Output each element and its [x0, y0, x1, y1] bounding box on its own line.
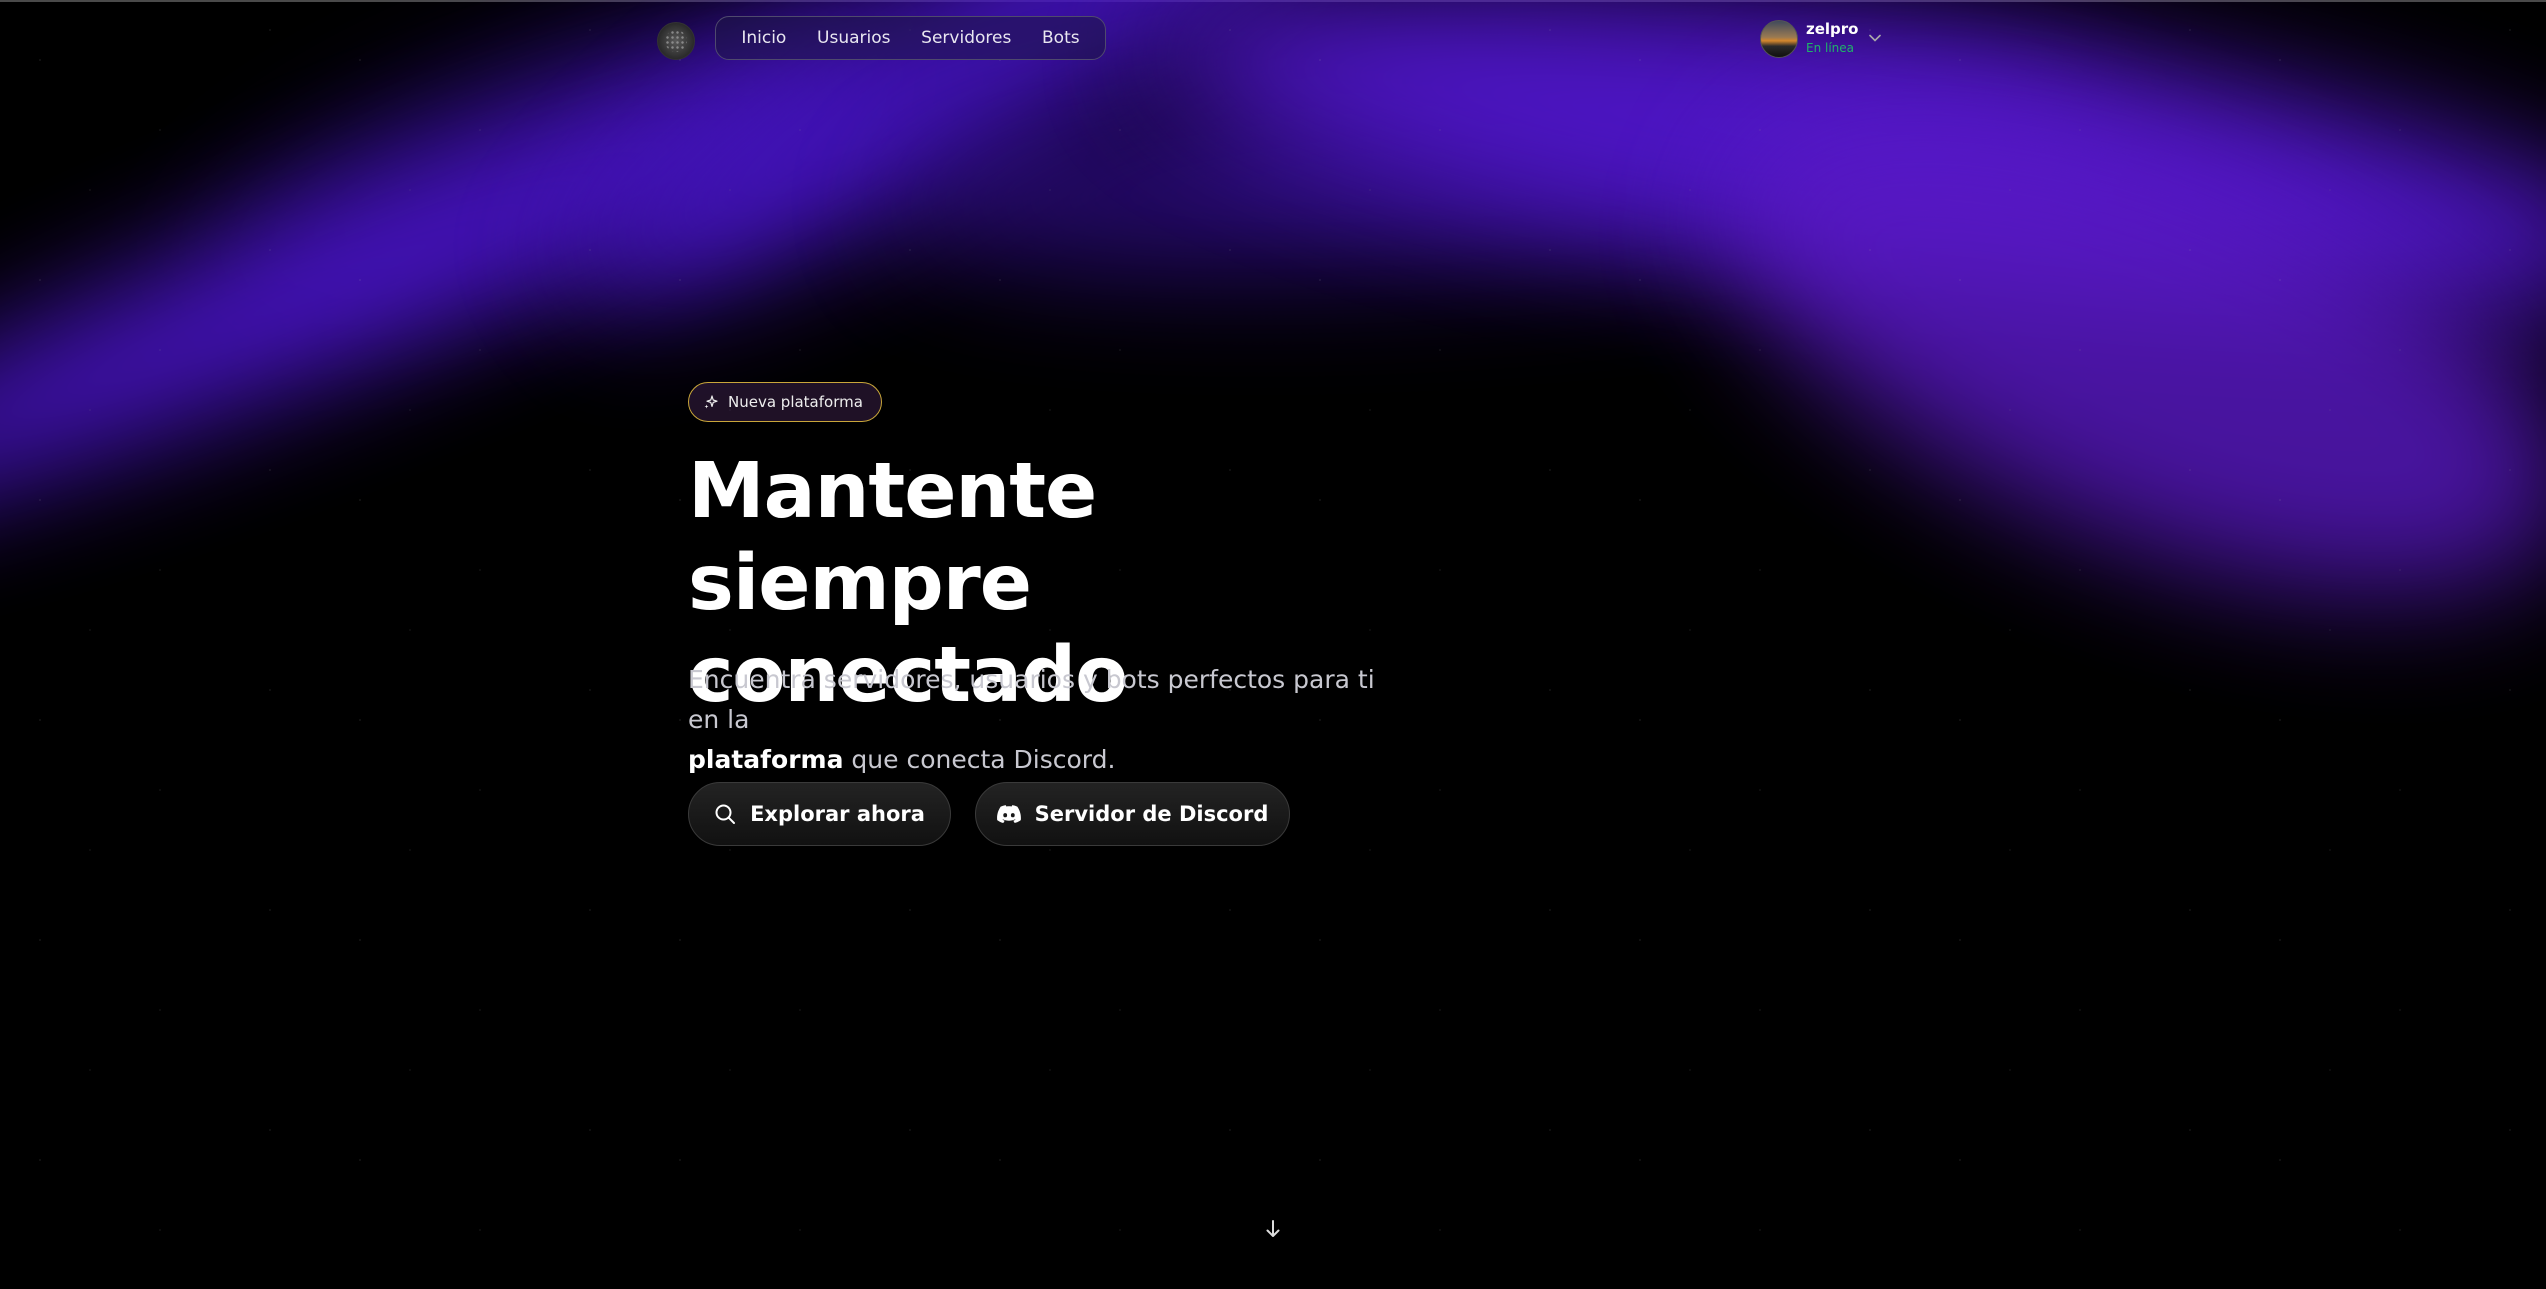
hero-subtitle: Encuentra servidores, usuarios y bots pe… [688, 660, 1408, 780]
search-icon [715, 804, 736, 824]
nav-item-bots[interactable]: Bots [1042, 28, 1080, 48]
user-name: zelpro [1806, 20, 1859, 38]
subtitle-highlight: plataforma [688, 745, 844, 774]
user-menu[interactable]: zelpro En línea [1760, 18, 1881, 60]
new-platform-badge: Nueva plataforma [688, 382, 882, 422]
avatar [1760, 20, 1798, 58]
main-nav: Inicio Usuarios Servidores Bots [715, 16, 1106, 60]
subtitle-part-1: Encuentra servidores, usuarios y bots pe… [688, 665, 1375, 734]
user-info: zelpro En línea [1806, 20, 1859, 58]
discord-button-label: Servidor de Discord [1034, 802, 1269, 826]
nav-item-usuarios[interactable]: Usuarios [817, 28, 890, 48]
explore-button[interactable]: Explorar ahora [688, 782, 951, 846]
sparkles-icon [704, 395, 718, 409]
arrow-down-icon[interactable] [1263, 1217, 1283, 1241]
title-line-1: Mantente siempre [688, 447, 1097, 628]
chevron-down-icon[interactable] [1868, 30, 1881, 46]
user-status: En línea [1806, 41, 1855, 55]
nav-item-servidores[interactable]: Servidores [921, 28, 1011, 48]
logo-icon[interactable] [657, 22, 695, 60]
subtitle-part-2: que conecta Discord. [851, 745, 1116, 774]
discord-icon [996, 805, 1021, 823]
explore-button-label: Explorar ahora [750, 802, 925, 826]
discord-server-button[interactable]: Servidor de Discord [975, 782, 1290, 846]
nav-item-inicio[interactable]: Inicio [741, 28, 786, 48]
badge-label: Nueva plataforma [728, 393, 863, 411]
